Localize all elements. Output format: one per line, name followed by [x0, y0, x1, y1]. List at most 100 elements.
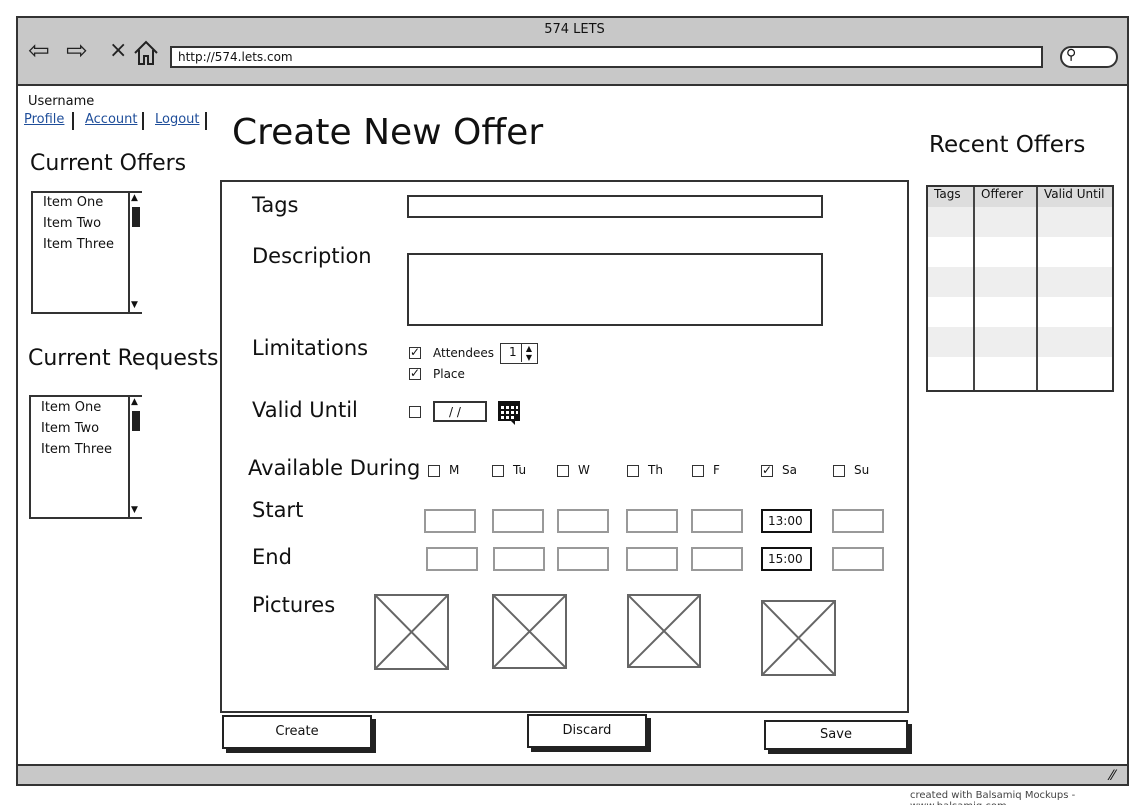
end-time-input[interactable] — [626, 547, 678, 571]
attendees-label: Attendees — [433, 346, 495, 360]
current-offers-list[interactable]: Item One Item Two Item Three ▲ ▼ — [31, 191, 142, 314]
list-item[interactable]: Item Two — [43, 216, 101, 231]
description-label: Description — [252, 244, 372, 268]
day-label: Su — [854, 463, 870, 477]
browser-search-field[interactable]: ⚲ — [1060, 46, 1118, 68]
attendees-checkbox[interactable]: ✓ — [409, 346, 421, 359]
table-row[interactable] — [928, 327, 1112, 357]
account-link[interactable]: Account — [85, 112, 138, 127]
table-row[interactable] — [928, 207, 1112, 237]
calendar-icon[interactable] — [497, 400, 521, 425]
day-checkbox-sa[interactable]: ✓ — [761, 464, 773, 477]
current-offers-heading: Current Offers — [30, 151, 187, 176]
list-item[interactable]: Item Two — [41, 421, 99, 436]
scroll-thumb[interactable] — [132, 207, 140, 227]
limitations-label: Limitations — [252, 336, 369, 360]
start-time-input[interactable] — [626, 509, 678, 533]
day-checkbox-tu[interactable] — [492, 465, 504, 477]
column-header-offerer[interactable]: Offerer — [975, 187, 1036, 207]
end-time-input[interactable]: 15:00 — [761, 547, 812, 571]
scroll-up-icon[interactable]: ▲ — [131, 398, 138, 407]
valid-until-label: Valid Until — [252, 398, 358, 422]
scrollbar[interactable]: ▲ ▼ — [128, 193, 142, 312]
profile-link[interactable]: Profile — [24, 112, 64, 127]
scroll-down-icon[interactable]: ▼ — [131, 301, 138, 310]
stop-icon[interactable]: × — [109, 38, 127, 64]
valid-until-checkbox[interactable] — [409, 406, 421, 418]
home-icon[interactable] — [132, 39, 160, 67]
end-time-input[interactable] — [426, 547, 478, 571]
scroll-up-icon[interactable]: ▲ — [131, 194, 138, 203]
valid-until-date-field[interactable]: / / — [433, 401, 487, 422]
link-separator — [205, 112, 207, 130]
list-item[interactable]: Item Three — [43, 237, 114, 252]
back-arrow-icon[interactable]: ⇦ — [28, 38, 50, 64]
place-label: Place — [433, 367, 465, 381]
attendees-stepper[interactable]: 1 ▲ ▼ — [500, 343, 538, 364]
start-time-input[interactable] — [691, 509, 743, 533]
search-icon: ⚲ — [1066, 47, 1077, 63]
end-label: End — [252, 545, 292, 569]
start-time-input[interactable] — [557, 509, 609, 533]
day-checkbox-m[interactable] — [428, 465, 440, 477]
available-during-label: Available During — [248, 456, 421, 480]
window-title: 574 LETS — [544, 22, 605, 37]
scroll-down-icon[interactable]: ▼ — [131, 506, 138, 515]
end-time-input[interactable] — [691, 547, 743, 571]
resize-grip-icon[interactable]: ⁄⁄ — [1110, 768, 1115, 784]
start-time-input[interactable] — [492, 509, 544, 533]
list-item[interactable]: Item One — [41, 400, 101, 415]
day-checkbox-w[interactable] — [557, 465, 569, 477]
current-requests-list[interactable]: Item One Item Two Item Three ▲ ▼ — [29, 395, 142, 519]
current-requests-heading: Current Requests — [28, 346, 219, 371]
day-checkbox-f[interactable] — [692, 465, 704, 477]
start-time-input[interactable] — [424, 509, 476, 533]
start-label: Start — [252, 498, 304, 522]
end-time-input[interactable] — [557, 547, 609, 571]
place-checkbox[interactable]: ✓ — [409, 367, 421, 380]
day-checkbox-th[interactable] — [627, 465, 639, 477]
credit-text: created with Balsamiq Mockups - www.bals… — [910, 790, 1076, 805]
recent-offers-heading: Recent Offers — [929, 132, 1086, 158]
day-checkbox-su[interactable] — [833, 465, 845, 477]
save-button[interactable]: Save — [764, 720, 908, 750]
column-header-valid-until[interactable]: Valid Until — [1038, 187, 1112, 207]
picture-placeholder[interactable] — [374, 594, 449, 670]
tags-label: Tags — [252, 193, 299, 217]
browser-toolbar: 574 LETS ⇦ ⇨ × http://574.lets.com ⚲ — [16, 16, 1129, 86]
status-bar: ⁄⁄ — [16, 764, 1129, 786]
stepper-up-icon[interactable]: ▲ — [522, 344, 536, 353]
discard-button[interactable]: Discard — [527, 714, 647, 748]
day-label: Sa — [782, 463, 797, 477]
column-header-tags[interactable]: Tags — [928, 187, 973, 207]
table-row[interactable] — [928, 267, 1112, 297]
day-label: W — [578, 463, 590, 477]
list-item[interactable]: Item Three — [41, 442, 112, 457]
create-button[interactable]: Create — [222, 715, 372, 749]
stepper-down-icon[interactable]: ▼ — [522, 353, 536, 362]
day-label: Tu — [513, 463, 527, 477]
list-item[interactable]: Item One — [43, 195, 103, 210]
scroll-thumb[interactable] — [132, 411, 140, 431]
description-textarea[interactable] — [407, 253, 823, 326]
picture-placeholder[interactable] — [627, 594, 701, 668]
start-time-input[interactable]: 13:00 — [761, 509, 812, 533]
attendees-value: 1 — [509, 345, 517, 359]
scrollbar[interactable]: ▲ ▼ — [128, 397, 142, 517]
day-label: Th — [648, 463, 663, 477]
logout-link[interactable]: Logout — [155, 112, 200, 127]
end-time-input[interactable] — [832, 547, 884, 571]
tags-input[interactable] — [407, 195, 823, 218]
picture-placeholder[interactable] — [761, 600, 836, 676]
start-time-input[interactable] — [832, 509, 884, 533]
pictures-label: Pictures — [252, 593, 336, 617]
column-divider — [973, 187, 975, 390]
end-time-input[interactable] — [493, 547, 545, 571]
day-label: M — [449, 463, 460, 477]
picture-placeholder[interactable] — [492, 594, 567, 669]
address-bar[interactable]: http://574.lets.com — [170, 46, 1043, 68]
forward-arrow-icon[interactable]: ⇨ — [66, 38, 88, 64]
recent-offers-table[interactable]: Tags Offerer Valid Until — [926, 185, 1114, 392]
username-label: Username — [28, 94, 95, 109]
column-divider — [1036, 187, 1038, 390]
